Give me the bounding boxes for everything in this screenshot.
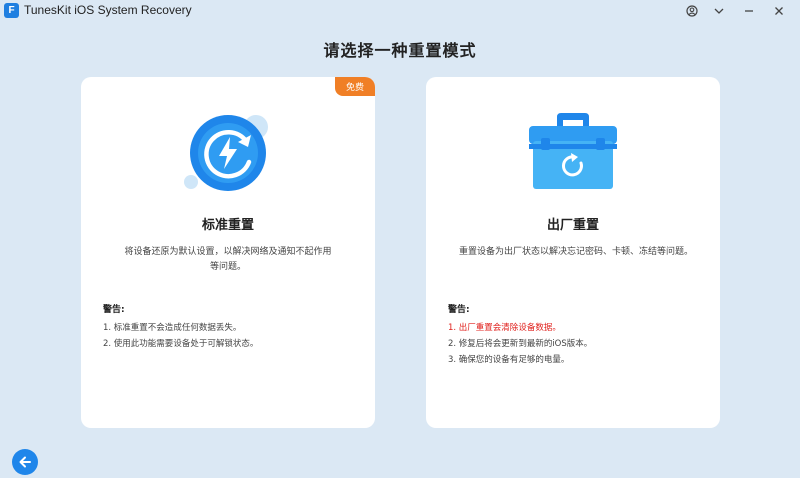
page-title: 请选择一种重置模式 — [323, 41, 477, 60]
warning-item: 2. 修复后将会更新到最新的iOS版本。 — [448, 339, 593, 349]
warning-item: 1. 出厂重置会清除设备数据。 — [448, 323, 561, 333]
standard-reset-warnings: 警告: 1. 标准重置不会造成任何数据丢失。 2. 使用此功能需要设备处于可解锁… — [103, 302, 363, 352]
back-button[interactable] — [12, 449, 38, 475]
standard-reset-title: 标准重置 — [201, 218, 254, 233]
standard-reset-description: 将设备还原为默认设置，以解决网络及通知不起作用等问题。 — [124, 247, 332, 272]
warning-item: 1. 标准重置不会造成任何数据丢失。 — [103, 323, 242, 333]
warning-item: 3. 确保您的设备有足够的电量。 — [448, 355, 570, 365]
account-icon[interactable] — [683, 2, 701, 20]
minimize-icon[interactable] — [740, 2, 758, 20]
standard-reset-card[interactable]: 免费 标准重置 将设备还原为默认设置，以解决网络及通知不起作用等问题。 警告: … — [81, 77, 375, 428]
factory-reset-warnings: 警告: 1. 出厂重置会清除设备数据。 2. 修复后将会更新到最新的iOS版本。… — [448, 302, 708, 368]
factory-reset-description: 重置设备为出厂状态以解决忘记密码、卡顿、冻结等问题。 — [458, 247, 693, 257]
warning-item: 2. 使用此功能需要设备处于可解锁状态。 — [103, 339, 259, 349]
refresh-bolt-icon — [81, 107, 375, 197]
arrow-left-icon — [19, 456, 31, 468]
chevron-down-icon[interactable] — [710, 2, 728, 20]
factory-reset-title: 出厂重置 — [546, 218, 599, 233]
close-icon[interactable] — [770, 2, 788, 20]
free-badge: 免费 — [335, 77, 375, 96]
app-title: TunesKit iOS System Recovery — [24, 3, 192, 17]
warning-title: 警告: — [448, 305, 470, 315]
title-bar: F TunesKit iOS System Recovery — [0, 0, 800, 22]
toolbox-refresh-icon — [426, 107, 720, 197]
warning-title: 警告: — [103, 305, 125, 315]
factory-reset-card[interactable]: 出厂重置 重置设备为出厂状态以解决忘记密码、卡顿、冻结等问题。 警告: 1. 出… — [426, 77, 720, 428]
app-logo: F — [4, 3, 19, 18]
